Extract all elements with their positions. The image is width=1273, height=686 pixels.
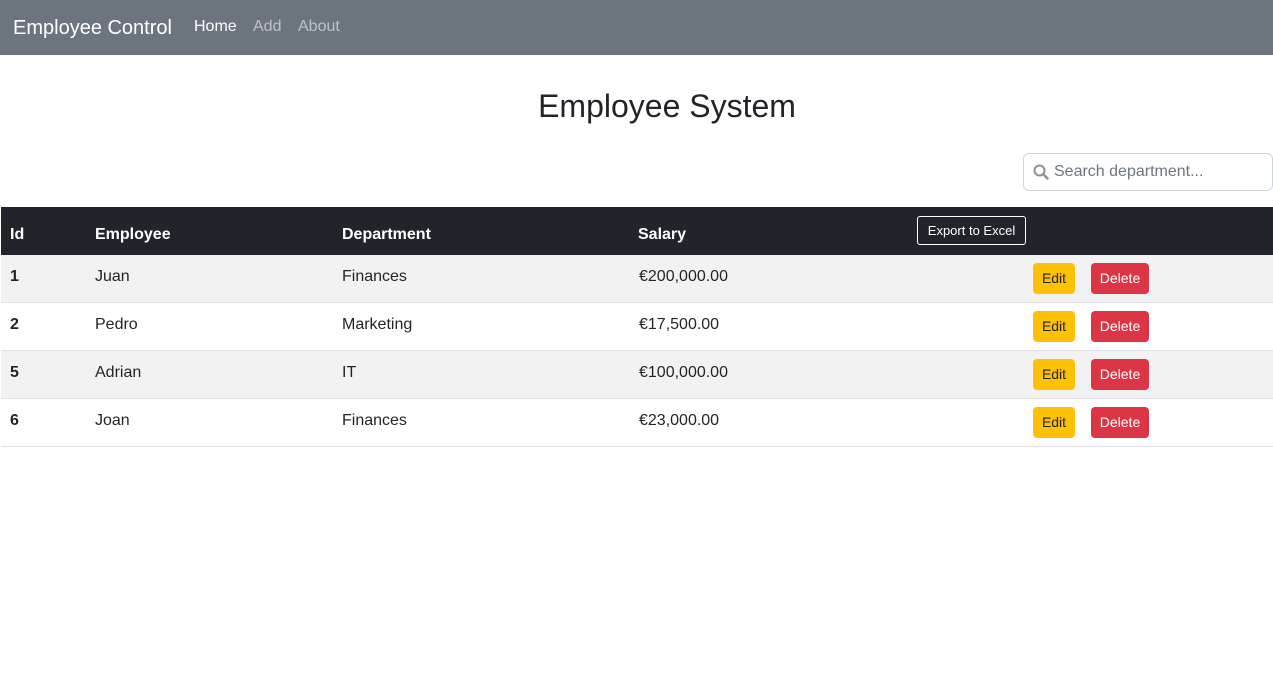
- edit-button[interactable]: Edit: [1033, 311, 1075, 342]
- cell-salary: €100,000.00: [639, 364, 728, 381]
- cell-department: Finances: [342, 412, 407, 429]
- delete-button[interactable]: Delete: [1091, 407, 1149, 438]
- cell-department: Finances: [342, 268, 407, 285]
- navbar-brand[interactable]: Employee Control: [13, 15, 172, 41]
- header-department: Department: [342, 226, 431, 243]
- cell-salary: €17,500.00: [639, 316, 720, 333]
- table-row: 2 Pedro Marketing €17,500.00 Edit Delete: [1, 303, 1273, 351]
- search-box: [1023, 153, 1273, 191]
- edit-button[interactable]: Edit: [1033, 263, 1075, 294]
- cell-department: IT: [342, 364, 357, 381]
- table-row: 6 Joan Finances €23,000.00 Edit Delete: [1, 399, 1273, 447]
- delete-button[interactable]: Delete: [1091, 311, 1149, 342]
- cell-id: 5: [10, 364, 19, 381]
- page-title: Employee System: [538, 88, 796, 124]
- header-id: Id: [10, 226, 25, 243]
- cell-department: Marketing: [342, 316, 413, 333]
- header-salary: Salary: [638, 226, 687, 243]
- nav-link-home[interactable]: Home: [194, 17, 237, 37]
- edit-button[interactable]: Edit: [1033, 407, 1075, 438]
- cell-employee: Adrian: [95, 364, 142, 381]
- delete-button[interactable]: Delete: [1091, 359, 1149, 390]
- search-icon: [1033, 164, 1049, 180]
- cell-id: 2: [10, 316, 19, 333]
- edit-button[interactable]: Edit: [1033, 359, 1075, 390]
- cell-salary: €200,000.00: [639, 268, 728, 285]
- cell-id: 1: [10, 268, 19, 285]
- cell-employee: Juan: [95, 268, 130, 285]
- cell-employee: Joan: [95, 412, 130, 429]
- cell-id: 6: [10, 412, 19, 429]
- export-excel-button[interactable]: Export to Excel: [917, 216, 1026, 245]
- search-input[interactable]: [1054, 154, 1268, 190]
- table-row: 1 Juan Finances €200,000.00 Edit Delete: [1, 255, 1273, 303]
- table-header-row: Id Employee Department Salary Export to …: [1, 207, 1273, 255]
- nav-link-add[interactable]: Add: [253, 17, 281, 37]
- header-employee: Employee: [95, 226, 171, 243]
- nav-link-about[interactable]: About: [298, 17, 340, 37]
- cell-employee: Pedro: [95, 316, 138, 333]
- delete-button[interactable]: Delete: [1091, 263, 1149, 294]
- table-row: 5 Adrian IT €100,000.00 Edit Delete: [1, 351, 1273, 399]
- navbar: Employee Control Home Add About: [0, 0, 1273, 55]
- cell-salary: €23,000.00: [639, 412, 720, 429]
